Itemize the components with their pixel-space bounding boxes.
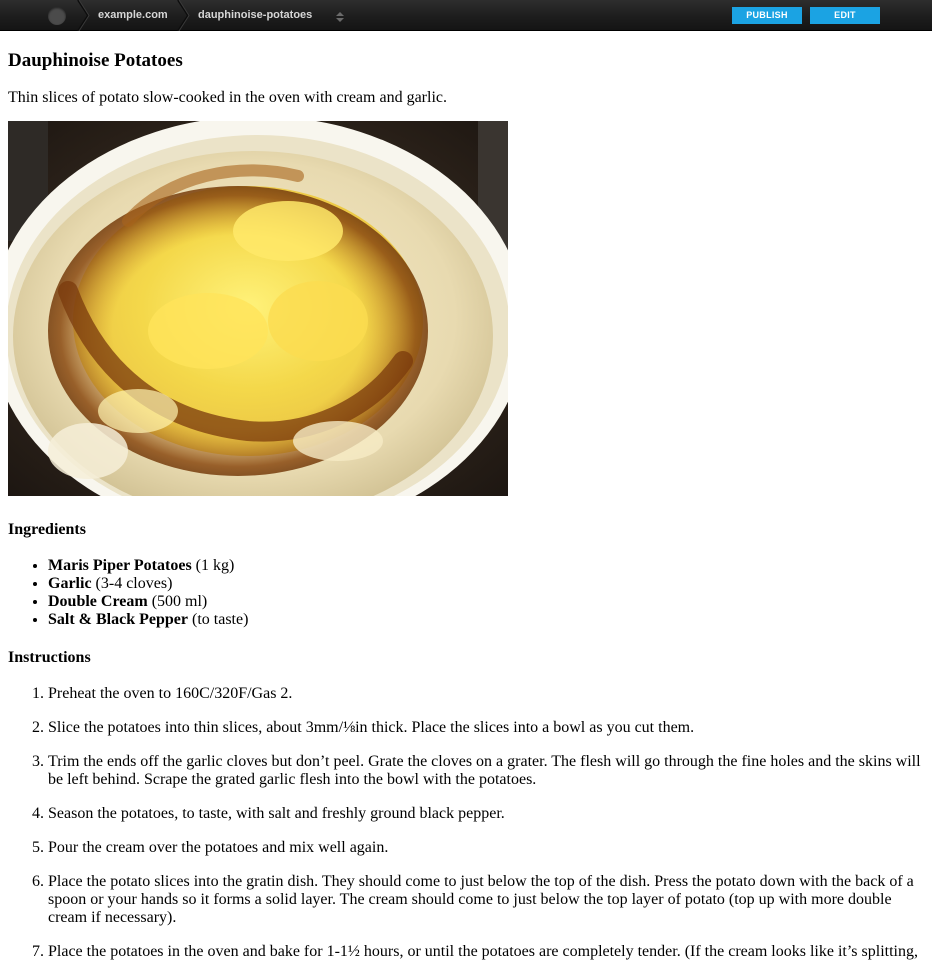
- instructions-heading: Instructions: [8, 649, 91, 666]
- ingredient-amount: (500 ml): [151, 593, 208, 610]
- sort-arrows-icon[interactable]: [335, 10, 345, 22]
- recipe-summary: Thin slices of potato slow-cooked in the…: [8, 89, 447, 106]
- ingredients-list: Maris Piper Potatoes (1 kg) Garlic (3-4 …: [8, 557, 926, 629]
- instruction-step: Trim the ends off the garlic cloves but …: [48, 753, 926, 789]
- breadcrumb-separator-icon: [176, 0, 190, 31]
- ingredient-item: Double Cream (500 ml): [48, 593, 926, 611]
- instruction-step: Place the potato slices into the gratin …: [48, 873, 926, 927]
- top-bar: example.com dauphinoise-potatoes PUBLISH…: [0, 0, 932, 31]
- ingredient-name: Salt & Black Pepper: [48, 611, 188, 628]
- home-icon[interactable]: [48, 7, 66, 25]
- instruction-step: Slice the potatoes into thin slices, abo…: [48, 719, 926, 737]
- instruction-step: Season the potatoes, to taste, with salt…: [48, 805, 926, 823]
- ingredient-item: Maris Piper Potatoes (1 kg): [48, 557, 926, 575]
- instruction-step: Pour the cream over the potatoes and mix…: [48, 839, 926, 857]
- ingredient-amount: (3-4 cloves): [95, 575, 173, 592]
- publish-button[interactable]: PUBLISH: [732, 7, 802, 24]
- ingredient-amount: (1 kg): [195, 557, 235, 574]
- breadcrumb-site[interactable]: example.com: [98, 0, 168, 31]
- instruction-step: Place the potatoes in the oven and bake …: [48, 943, 926, 961]
- ingredient-name: Garlic: [48, 575, 92, 592]
- ingredient-name: Maris Piper Potatoes: [48, 557, 192, 574]
- ingredient-amount: (to taste): [192, 611, 249, 628]
- ingredient-name: Double Cream: [48, 593, 148, 610]
- recipe-content: Dauphinoise Potatoes Thin slices of pota…: [8, 31, 926, 977]
- ingredient-item: Garlic (3-4 cloves): [48, 575, 926, 593]
- instructions-list: Preheat the oven to 160C/320F/Gas 2. Sli…: [8, 685, 926, 961]
- recipe-title: Dauphinoise Potatoes: [8, 50, 183, 71]
- ingredients-heading: Ingredients: [8, 521, 86, 538]
- edit-button[interactable]: EDIT: [810, 7, 880, 24]
- breadcrumb-page[interactable]: dauphinoise-potatoes: [198, 0, 312, 31]
- ingredient-item: Salt & Black Pepper (to taste): [48, 611, 926, 629]
- recipe-photo: [8, 121, 508, 496]
- instruction-step: Preheat the oven to 160C/320F/Gas 2.: [48, 685, 926, 703]
- breadcrumb-separator-icon: [76, 0, 90, 31]
